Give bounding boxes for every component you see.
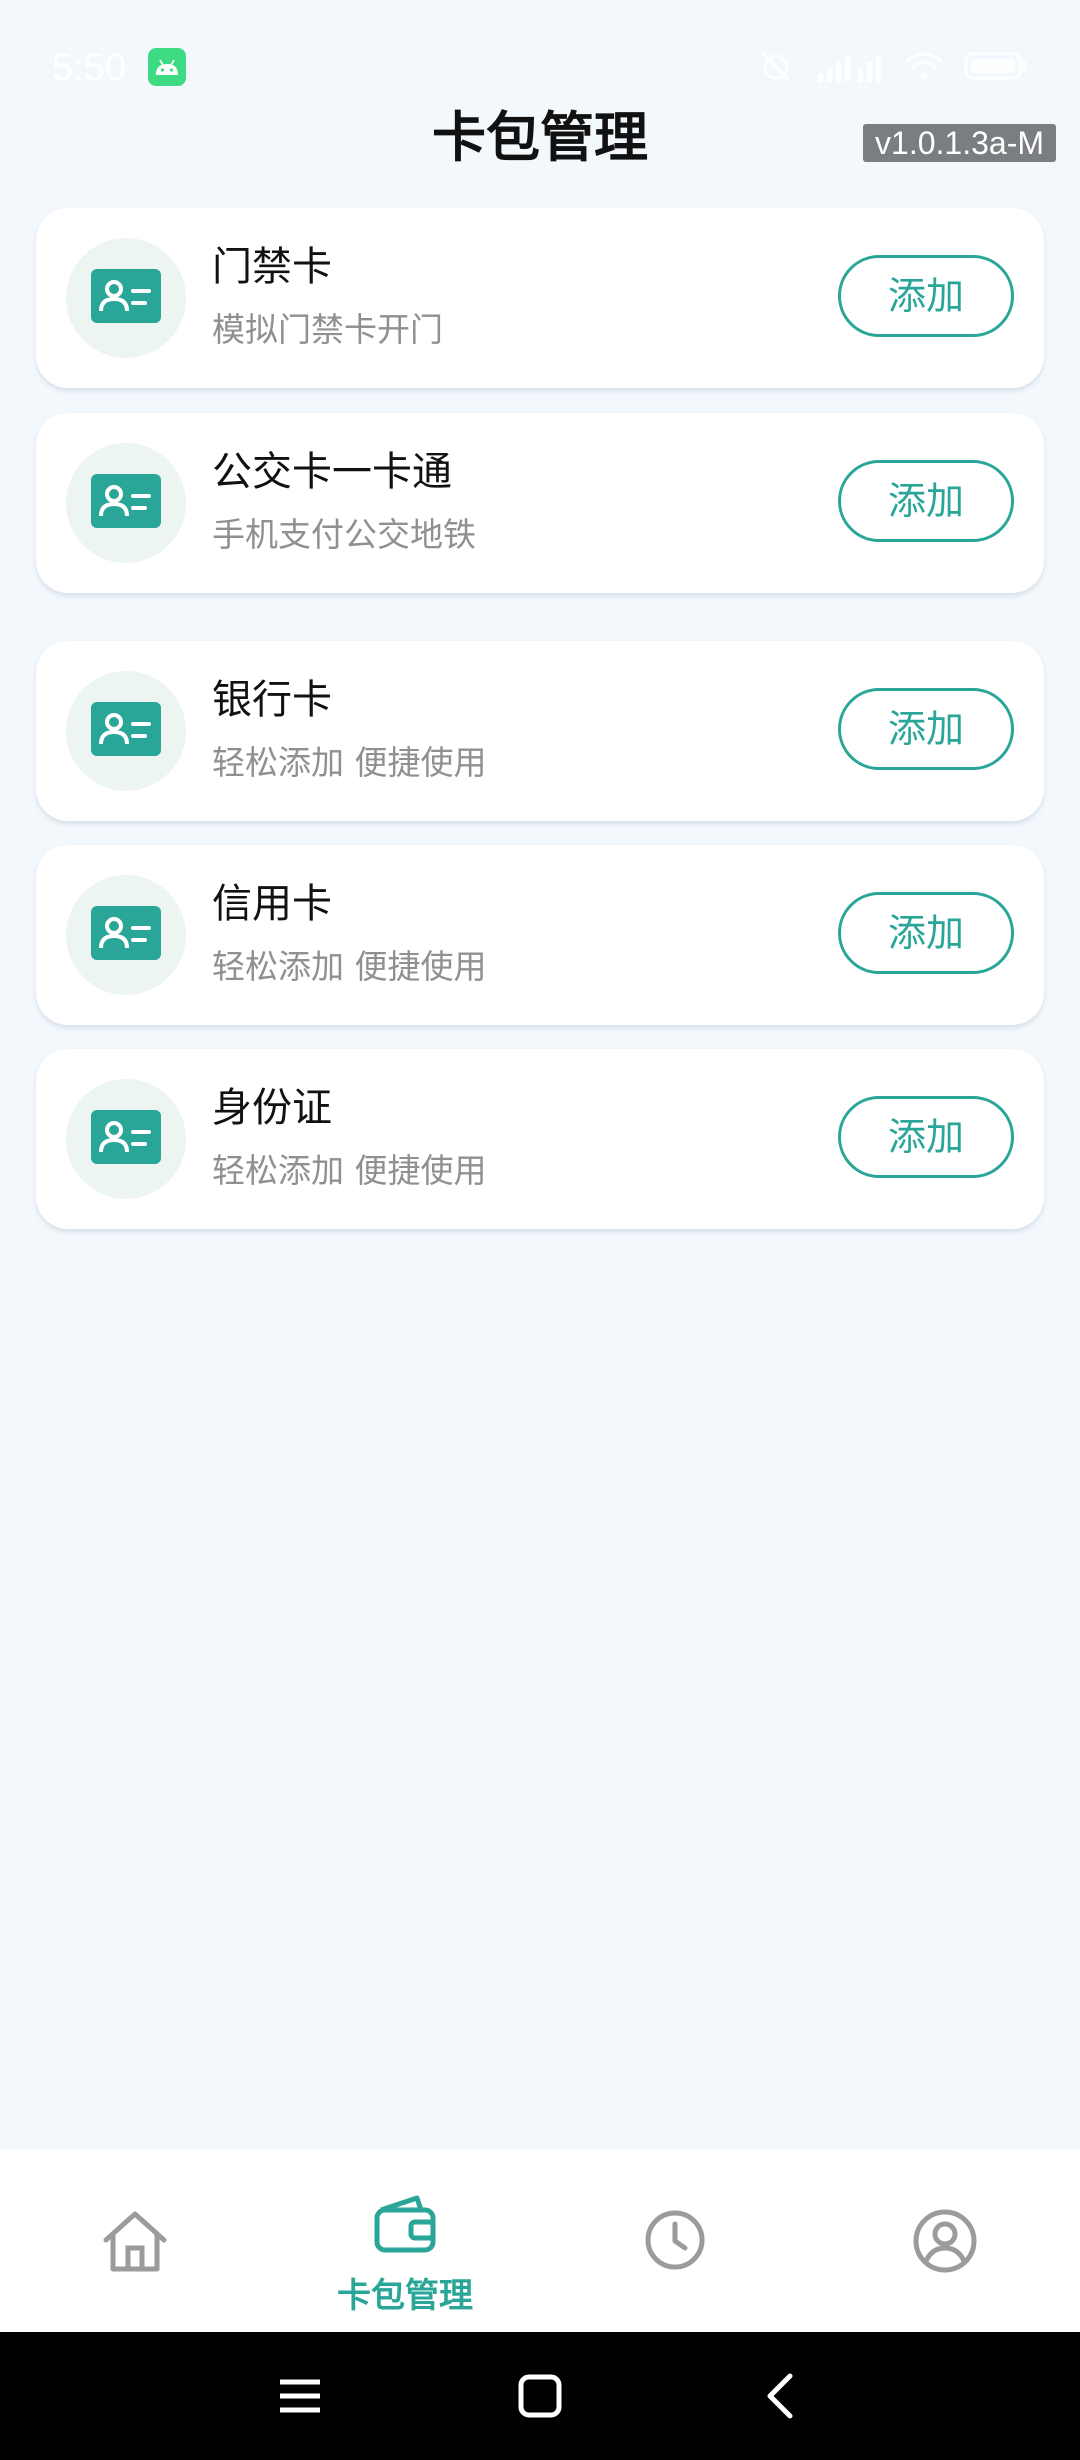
card-transit[interactable]: 公交卡一卡通 手机支付公交地铁 添加 <box>36 413 1044 593</box>
back-icon[interactable] <box>740 2356 820 2436</box>
card-title: 身份证 <box>212 1085 332 1131</box>
status-icons <box>758 48 1028 88</box>
id-card-icon <box>91 906 161 964</box>
card-icon-bg <box>66 238 186 358</box>
home-square-icon[interactable] <box>500 2356 580 2436</box>
home-icon <box>100 2208 170 2278</box>
menu-icon[interactable] <box>260 2356 340 2436</box>
card-icon-bg <box>66 443 186 563</box>
status-time: 5:50 <box>52 47 126 89</box>
add-button[interactable]: 添加 <box>838 688 1014 770</box>
card-subtitle: 轻松添加 便捷使用 <box>212 947 487 986</box>
card-title: 银行卡 <box>212 677 332 723</box>
tab-profile[interactable] <box>810 2150 1080 2332</box>
battery-icon <box>964 51 1028 85</box>
card-id[interactable]: 身份证 轻松添加 便捷使用 添加 <box>36 1049 1044 1229</box>
wallet-icon <box>373 2194 437 2258</box>
add-button[interactable]: 添加 <box>838 1096 1014 1178</box>
id-card-icon <box>91 1110 161 1168</box>
card-access[interactable]: 门禁卡 模拟门禁卡开门 添加 <box>36 208 1044 388</box>
card-subtitle: 轻松添加 便捷使用 <box>212 1151 487 1190</box>
card-subtitle: 模拟门禁卡开门 <box>212 310 443 349</box>
card-title: 信用卡 <box>212 881 332 927</box>
signal-icon <box>814 48 884 88</box>
profile-icon <box>912 2208 978 2278</box>
bottom-tab-bar: 卡包管理 <box>0 2150 1080 2332</box>
card-icon-bg <box>66 875 186 995</box>
card-title: 门禁卡 <box>212 244 332 290</box>
version-badge: v1.0.1.3a-M <box>863 124 1056 162</box>
alarm-off-icon <box>758 48 794 88</box>
card-icon-bg <box>66 671 186 791</box>
tab-label: 卡包管理 <box>337 2276 473 2316</box>
card-bank[interactable]: 银行卡 轻松添加 便捷使用 添加 <box>36 641 1044 821</box>
card-subtitle: 轻松添加 便捷使用 <box>212 743 487 782</box>
wifi-icon <box>904 50 944 86</box>
card-title: 公交卡一卡通 <box>212 449 452 495</box>
tab-home[interactable] <box>0 2150 270 2332</box>
tab-card-wallet[interactable]: 卡包管理 <box>270 2150 540 2332</box>
id-card-icon <box>91 474 161 532</box>
clock-icon <box>643 2208 707 2276</box>
card-icon-bg <box>66 1079 186 1199</box>
card-subtitle: 手机支付公交地铁 <box>212 515 476 554</box>
tab-history[interactable] <box>540 2150 810 2332</box>
id-card-icon <box>91 269 161 327</box>
add-button[interactable]: 添加 <box>838 460 1014 542</box>
system-nav-bar <box>0 2332 1080 2460</box>
id-card-icon <box>91 702 161 760</box>
android-icon <box>148 48 186 86</box>
card-credit[interactable]: 信用卡 轻松添加 便捷使用 添加 <box>36 845 1044 1025</box>
add-button[interactable]: 添加 <box>838 892 1014 974</box>
add-button[interactable]: 添加 <box>838 255 1014 337</box>
